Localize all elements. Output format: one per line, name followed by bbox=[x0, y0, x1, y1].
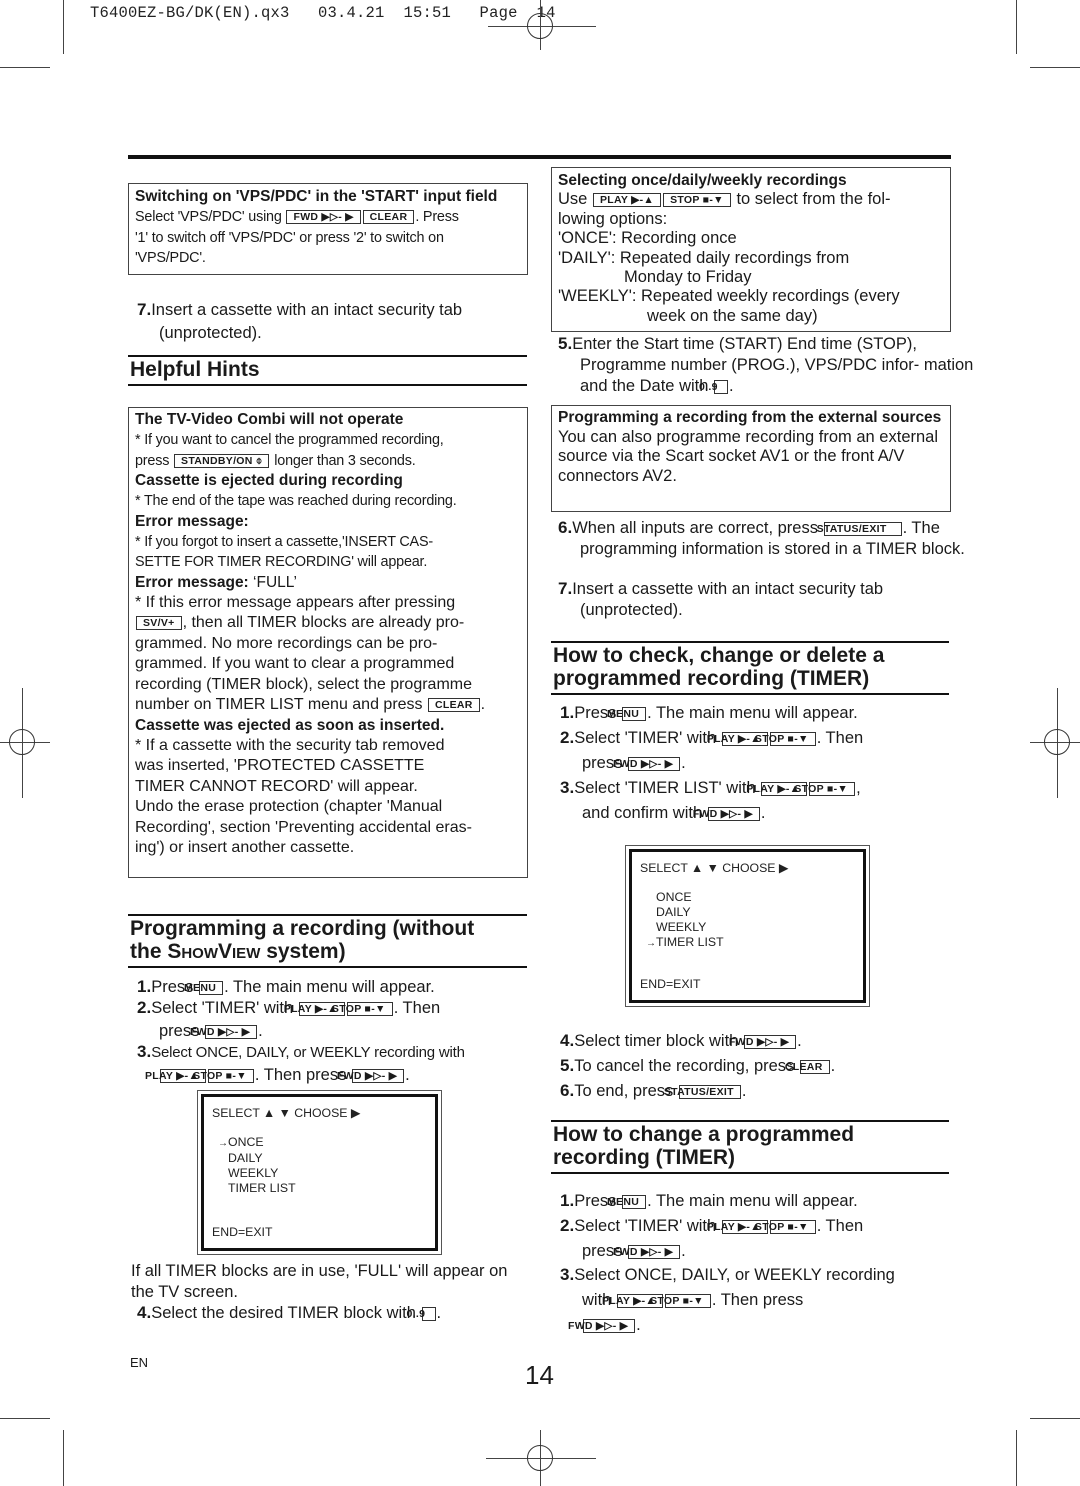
tv-menu-screen-once: SELECT ▲ ▼ CHOOSE ▶ →ONCE DAILY WEEKLY TIME… bbox=[197, 1090, 442, 1255]
change-step-3: 3.Select ONCE, DAILY, or WEEKLY recordin… bbox=[560, 1265, 895, 1334]
select-recordings-box: Selecting once/daily/weekly recordings U… bbox=[551, 167, 951, 332]
menu-item: →TIMER LIST bbox=[646, 935, 724, 951]
fwd-button: FWD ▶▷- ▶ bbox=[286, 210, 361, 224]
right-step-6: 6.When all inputs are correct, press STA… bbox=[558, 518, 965, 558]
crop-mark bbox=[0, 67, 50, 68]
digits-button: 0..9 bbox=[407, 1307, 436, 1321]
play-button: PLAY ▶-▲ bbox=[592, 193, 662, 208]
crop-mark bbox=[1030, 67, 1080, 68]
crop-mark bbox=[63, 0, 64, 54]
right-step-7: 7.Insert a cassette with an intact secur… bbox=[558, 579, 884, 619]
sv-v-plus-button: SV/V+ bbox=[136, 616, 182, 630]
menu-item: WEEKLY bbox=[228, 1166, 279, 1180]
menu-button: MENU bbox=[607, 707, 647, 721]
check-change-delete-heading: How to check, change or delete a program… bbox=[551, 641, 949, 695]
language-code: EN bbox=[130, 1355, 149, 1370]
menu-item: WEEKLY bbox=[656, 920, 707, 934]
menu-item: DAILY bbox=[656, 905, 691, 919]
fwd-button: FWD ▶▷- ▶ bbox=[337, 1069, 405, 1083]
crop-mark bbox=[0, 1418, 50, 1419]
helpful-hints-heading: Helpful Hints bbox=[128, 355, 527, 386]
menu-list: →ONCE DAILY WEEKLY TIMER LIST bbox=[218, 1135, 296, 1196]
stop-button: STOP ■-▼ bbox=[332, 1002, 393, 1016]
check-step-6: 6.To end, press STATUS/EXIT. bbox=[560, 1081, 747, 1100]
fwd-button: FWD ▶▷- ▶ bbox=[568, 1319, 636, 1333]
status-exit-button: STATUS/EXIT bbox=[817, 522, 902, 536]
menu-button: MENU bbox=[184, 981, 224, 995]
digits-button: 0..9 bbox=[699, 380, 729, 394]
full-note: If all TIMER blocks are in use, 'FULL' w… bbox=[131, 1262, 508, 1301]
fwd-button: FWD ▶▷- ▶ bbox=[729, 1035, 797, 1049]
selection-arrow-icon: → bbox=[218, 1138, 228, 1149]
check-step-5: 5.To cancel the recording, press CLEAR. bbox=[560, 1056, 836, 1075]
change-step-2: 2.Select 'TIMER' with PLAY ▶-▲STOP ■-▼. … bbox=[560, 1216, 864, 1260]
external-sources-box: Programming a recording from the externa… bbox=[551, 405, 951, 512]
top-rule bbox=[128, 155, 951, 159]
print-slug: T6400EZ-BG/DK(EN).qx3 03.4.21 15:51 Page… bbox=[90, 4, 556, 22]
fwd-button: FWD ▶▷- ▶ bbox=[613, 1245, 681, 1259]
stop-button: STOP ■-▼ bbox=[193, 1069, 254, 1083]
status-exit-button: STATUS/EXIT bbox=[664, 1085, 741, 1099]
vps-pdc-title: Switching on 'VPS/PDC' in the 'START' in… bbox=[135, 188, 498, 205]
change-step-1: 1.Press MENU. The main menu will appear. bbox=[560, 1191, 858, 1210]
menu-item: DAILY bbox=[228, 1151, 263, 1165]
clear-button: CLEAR bbox=[785, 1060, 830, 1074]
check-step-1: 1.Press MENU. The main menu will appear. bbox=[560, 703, 858, 722]
change-heading: How to change a programmed recording (TI… bbox=[551, 1120, 949, 1174]
crop-mark bbox=[1030, 1418, 1080, 1419]
crop-mark bbox=[63, 1430, 64, 1486]
menu-item: TIMER LIST bbox=[228, 1181, 296, 1195]
tv-menu-screen-timer-list: SELECT ▲ ▼ CHOOSE ▶ ONCE DAILY WEEKLY →TIME… bbox=[625, 845, 870, 1007]
clear-button: CLEAR bbox=[362, 210, 415, 224]
menu-item: →ONCE bbox=[218, 1135, 296, 1151]
menu-list: ONCE DAILY WEEKLY →TIMER LIST bbox=[646, 890, 724, 951]
stop-button: STOP ■-▼ bbox=[755, 1220, 816, 1234]
left-step-4: 4.Select the desired TIMER block with 0.… bbox=[137, 1303, 442, 1322]
page-number: 14 bbox=[525, 1360, 554, 1390]
left-step-3: 3.Select ONCE, DAILY, or WEEKLY recordin… bbox=[137, 1042, 465, 1084]
left-step-7: 7.Insert a cassette with an intact secur… bbox=[137, 300, 463, 342]
crop-mark bbox=[1016, 1430, 1017, 1486]
check-step-3: 3.Select 'TIMER LIST' with PLAY ▶-▲STOP … bbox=[560, 778, 861, 822]
programming-heading: Programming a recording (without the Sho… bbox=[128, 914, 527, 968]
fwd-button: FWD ▶▷- ▶ bbox=[693, 807, 760, 821]
stop-button: STOP ■-▼ bbox=[794, 782, 856, 796]
fwd-button: FWD ▶▷- ▶ bbox=[613, 757, 681, 771]
helpful-hints-box: The TV-Video Combi will not operate * If… bbox=[128, 407, 528, 878]
check-step-2: 2.Select 'TIMER' with PLAY ▶-▲STOP ■-▼. … bbox=[560, 728, 864, 772]
stop-button: STOP ■-▼ bbox=[755, 732, 816, 746]
clear-button: CLEAR bbox=[428, 698, 480, 712]
stop-button: STOP ■-▼ bbox=[663, 193, 731, 208]
right-step-5: 5.Enter the Start time (START) End time … bbox=[558, 334, 974, 395]
menu-button: MENU bbox=[607, 1195, 647, 1209]
stop-button: STOP ■-▼ bbox=[650, 1294, 711, 1308]
menu-item: ONCE bbox=[656, 890, 692, 904]
check-step-4: 4.Select timer block with FWD ▶▷- ▶. bbox=[560, 1031, 802, 1050]
fwd-button: FWD ▶▷- ▶ bbox=[190, 1025, 258, 1039]
left-step-2: 2.Select 'TIMER' with PLAY ▶-▲STOP ■-▼. … bbox=[137, 998, 441, 1040]
vps-pdc-box: Switching on 'VPS/PDC' in the 'START' in… bbox=[128, 183, 528, 275]
crop-mark bbox=[1016, 0, 1017, 54]
selection-arrow-icon: → bbox=[646, 938, 656, 949]
standby-button: STANDBY/ON ⌽ bbox=[174, 453, 270, 468]
